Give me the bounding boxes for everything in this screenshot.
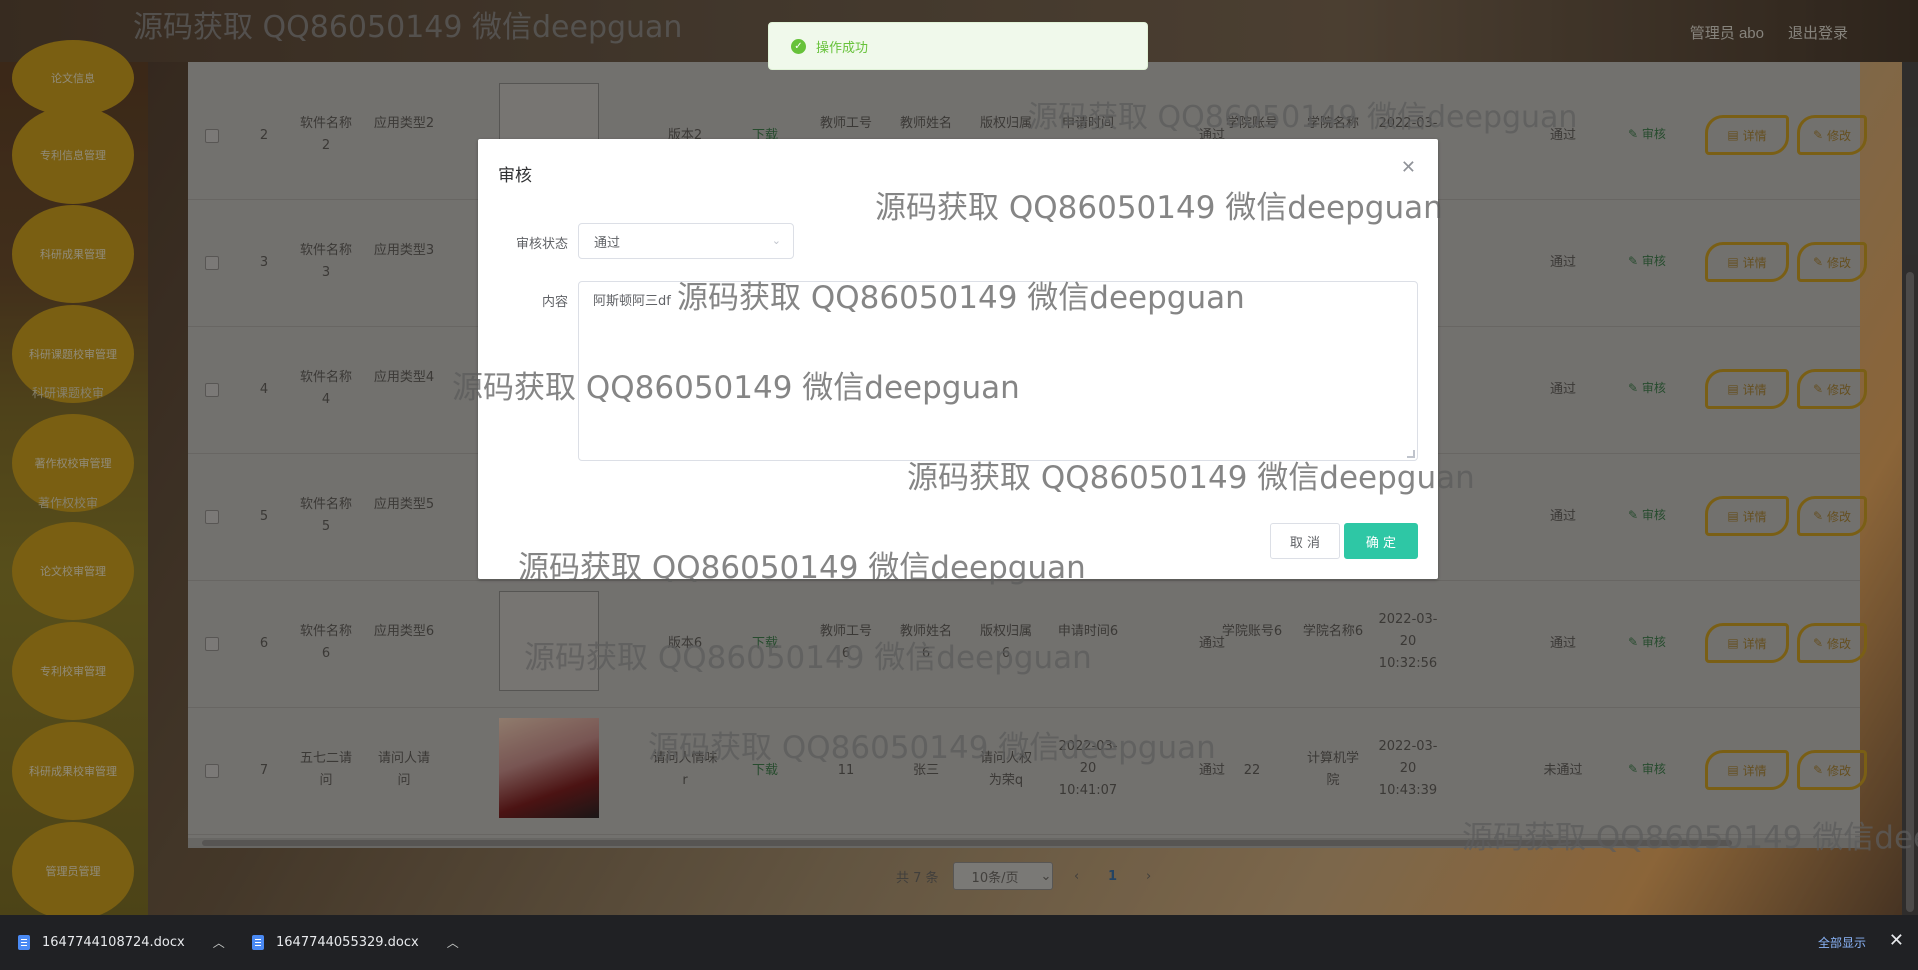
download-bar: 1647744108724.docx ︿ 1647744055329.docx … (0, 915, 1918, 970)
chevron-up-icon[interactable]: ︿ (213, 934, 225, 951)
document-icon (18, 935, 30, 950)
download-item[interactable]: 1647744108724.docx ︿ (18, 915, 225, 970)
success-toast: ✓ 操作成功 (768, 22, 1148, 70)
check-circle-icon: ✓ (791, 38, 806, 54)
show-all-link[interactable]: 全部显示 (1818, 934, 1866, 951)
content-label: 内容 (541, 295, 568, 310)
close-icon[interactable]: ✕ (1889, 930, 1904, 951)
watermark: 源码获取 QQ86050149 微信deepguan (907, 460, 1475, 496)
watermark: 源码获取 QQ86050149 微信deepguan (452, 370, 1020, 406)
toast-message: 操作成功 (816, 40, 869, 56)
watermark: 源码获取 QQ86050149 微信deepguan (518, 550, 1086, 586)
close-icon[interactable]: ✕ (1401, 157, 1416, 178)
watermark: 源码获取 QQ86050149 微信deepguan (1462, 820, 1918, 856)
chevron-up-icon[interactable]: ︿ (447, 934, 459, 951)
watermark: 源码获取 QQ86050149 微信deepguan (524, 640, 1092, 676)
watermark: 源码获取 QQ86050149 微信deepguan (677, 280, 1245, 316)
watermark: 源码获取 QQ86050149 微信deepguan (133, 10, 683, 45)
status-label: 审核状态 (515, 237, 568, 252)
confirm-button[interactable]: 确 定 (1344, 523, 1418, 559)
dialog-title: 审核 (498, 166, 532, 186)
audit-status-select[interactable]: 通过 ⌄ (578, 223, 794, 259)
chevron-down-icon: ⌄ (771, 234, 781, 247)
watermark: 源码获取 QQ86050149 微信deepguan (648, 730, 1216, 766)
cancel-button[interactable]: 取 消 (1270, 523, 1340, 559)
watermark: 源码获取 QQ86050149 微信deepguan (1028, 100, 1578, 135)
watermark: 源码获取 QQ86050149 微信deepguan (875, 190, 1443, 226)
document-icon (252, 935, 264, 950)
download-item[interactable]: 1647744055329.docx ︿ (252, 915, 459, 970)
